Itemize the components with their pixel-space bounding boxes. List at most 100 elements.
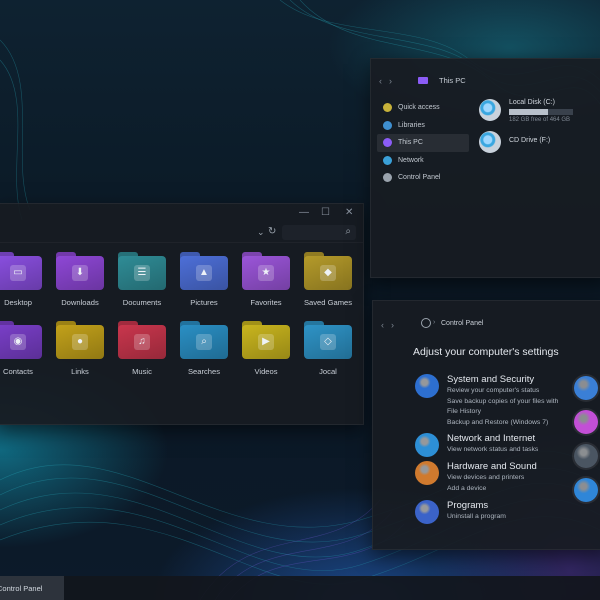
drive-name: Local Disk (C:) xyxy=(509,99,555,106)
this-pc-icon xyxy=(418,77,428,84)
folder-label: Music xyxy=(132,367,152,376)
appearance-icon[interactable] xyxy=(574,410,598,434)
folder-jocal[interactable]: ◇ Jocal xyxy=(297,321,359,376)
folder-icon: ⌕ xyxy=(180,321,228,359)
ease-of-access-icon[interactable] xyxy=(574,478,598,502)
clock-region-icon[interactable] xyxy=(574,444,598,468)
category-link[interactable]: Review your computer's status xyxy=(447,386,558,397)
folder-label: Downloads xyxy=(61,298,99,307)
breadcrumb[interactable]: This PC xyxy=(439,76,466,85)
nav-item-label: Control Panel xyxy=(398,174,441,182)
chevron-down-icon[interactable]: ⌄ xyxy=(257,227,265,238)
folder-downloads[interactable]: ⬇ Downloads xyxy=(49,252,111,307)
folder-glyph-icon: ● xyxy=(72,334,88,350)
breadcrumb[interactable]: Control Panel xyxy=(441,320,483,327)
refresh-icon[interactable]: ↻ xyxy=(268,226,276,237)
globe-icon xyxy=(415,433,439,457)
folder-label: Videos xyxy=(254,367,278,376)
user-accounts-icon[interactable] xyxy=(574,376,598,400)
folder-searches[interactable]: ⌕ Searches xyxy=(173,321,235,376)
folder-grid: ▭ Desktop ⬇ Downloads ☰ Documents ▲ Pictures ★ Fa… xyxy=(0,252,363,376)
folder-pictures[interactable]: ▲ Pictures xyxy=(173,252,235,307)
network-icon xyxy=(383,155,392,165)
folder-label: Documents xyxy=(122,298,162,307)
folder-label: Jocal xyxy=(319,367,337,376)
folder-icon: ◇ xyxy=(304,321,352,359)
folder-videos[interactable]: ▶ Videos xyxy=(235,321,297,376)
folder-label: Desktop xyxy=(4,298,32,307)
folder-music[interactable]: ♫ Music xyxy=(111,321,173,376)
shield-icon xyxy=(415,374,439,398)
nav-item-control-panel[interactable]: Control Panel xyxy=(377,169,469,187)
folder-icon: ● xyxy=(56,321,104,359)
nav-item-quick-access[interactable]: Quick access xyxy=(377,99,469,117)
folder-icon: ▶ xyxy=(242,321,290,359)
close-icon[interactable]: ✕ xyxy=(345,207,353,218)
category-hardware-sound: Hardware and Sound View devices and prin… xyxy=(415,461,537,494)
taskbar: Control Panel xyxy=(0,576,600,600)
folder-glyph-icon: ⌕ xyxy=(196,334,212,350)
folder-icon: ⬇ xyxy=(56,252,104,290)
search-input[interactable]: ⌕ xyxy=(282,225,356,240)
folder-favorites[interactable]: ★ Favorites xyxy=(235,252,297,307)
navigation-pane: Quick access Libraries This PC Network Contr… xyxy=(377,99,469,187)
category-link[interactable]: Save backup copies of your files with xyxy=(447,397,558,408)
nav-item-libraries[interactable]: Libraries xyxy=(377,117,469,135)
folder-label: Favorites xyxy=(250,298,282,307)
maximize-icon[interactable]: ☐ xyxy=(321,207,330,218)
category-link[interactable]: Uninstall a program xyxy=(447,512,506,523)
folder-label: Links xyxy=(71,367,89,376)
control-panel-side-icons xyxy=(574,376,598,512)
category-title[interactable]: Programs xyxy=(447,500,506,512)
category-link[interactable]: View devices and printers xyxy=(447,473,537,484)
breadcrumb-separator-icon: › xyxy=(433,319,436,326)
category-link[interactable]: Add a device xyxy=(447,484,537,495)
folder-icon: ★ xyxy=(242,252,290,290)
this-pc-icon xyxy=(383,138,392,148)
category-title[interactable]: System and Security xyxy=(447,374,558,386)
folder-documents[interactable]: ☰ Documents xyxy=(111,252,173,307)
category-link[interactable]: View network status and tasks xyxy=(447,445,538,456)
category-network-internet: Network and Internet View network status… xyxy=(415,433,538,457)
nav-item-label: Network xyxy=(398,156,424,164)
category-link[interactable]: Backup and Restore (Windows 7) xyxy=(447,418,558,429)
folder-glyph-icon: ⬇ xyxy=(72,265,88,281)
folder-icon: ▲ xyxy=(180,252,228,290)
folder-icon: ▭ xyxy=(0,252,42,290)
folder-links[interactable]: ● Links xyxy=(49,321,111,376)
folder-desktop[interactable]: ▭ Desktop xyxy=(0,252,49,307)
category-title[interactable]: Hardware and Sound xyxy=(447,461,537,473)
folder-saved-games[interactable]: ◆ Saved Games xyxy=(297,252,359,307)
explorer-window: — ☐ ✕ ⌄ ↻ ⌕ ▭ Desktop ⬇ Downloads ☰ Documents… xyxy=(0,203,364,425)
nav-item-label: Quick access xyxy=(398,104,440,112)
folder-glyph-icon: ☰ xyxy=(134,265,150,281)
drive-free-space: 182 GB free of 464 GB xyxy=(509,117,571,123)
category-link[interactable]: File History xyxy=(447,407,558,418)
nav-item-label: This PC xyxy=(398,139,423,147)
drive-local-disk-c[interactable]: Local Disk (C:) 182 GB free of 464 GB xyxy=(479,99,573,123)
folder-glyph-icon: ◉ xyxy=(10,334,26,350)
taskbar-item-control-panel[interactable]: Control Panel xyxy=(0,576,64,600)
this-pc-window: ‹› This PC Quick access Libraries This PC N… xyxy=(370,58,600,278)
folder-glyph-icon: ◇ xyxy=(320,334,336,350)
folder-contacts[interactable]: ◉ Contacts xyxy=(0,321,49,376)
category-title[interactable]: Network and Internet xyxy=(447,433,538,445)
programs-icon xyxy=(415,500,439,524)
folder-glyph-icon: ★ xyxy=(258,265,274,281)
page-title: Adjust your computer's settings xyxy=(413,346,559,358)
nav-arrows[interactable]: ‹› xyxy=(381,320,401,330)
nav-item-label: Libraries xyxy=(398,121,425,129)
control-panel-icon xyxy=(383,173,392,183)
folder-label: Searches xyxy=(187,367,221,376)
drive-usage-bar xyxy=(509,109,573,115)
control-panel-icon xyxy=(421,318,431,328)
folder-label: Saved Games xyxy=(303,298,353,307)
minimize-icon[interactable]: — xyxy=(299,207,309,218)
drive-cd-f[interactable]: CD Drive (F:) xyxy=(479,131,550,153)
nav-item-this-pc[interactable]: This PC xyxy=(377,134,469,152)
search-icon: ⌕ xyxy=(345,226,351,237)
cd-drive-icon xyxy=(479,131,501,153)
nav-arrows[interactable]: ‹› xyxy=(379,76,399,86)
drive-usage-fill xyxy=(509,109,549,115)
nav-item-network[interactable]: Network xyxy=(377,152,469,170)
